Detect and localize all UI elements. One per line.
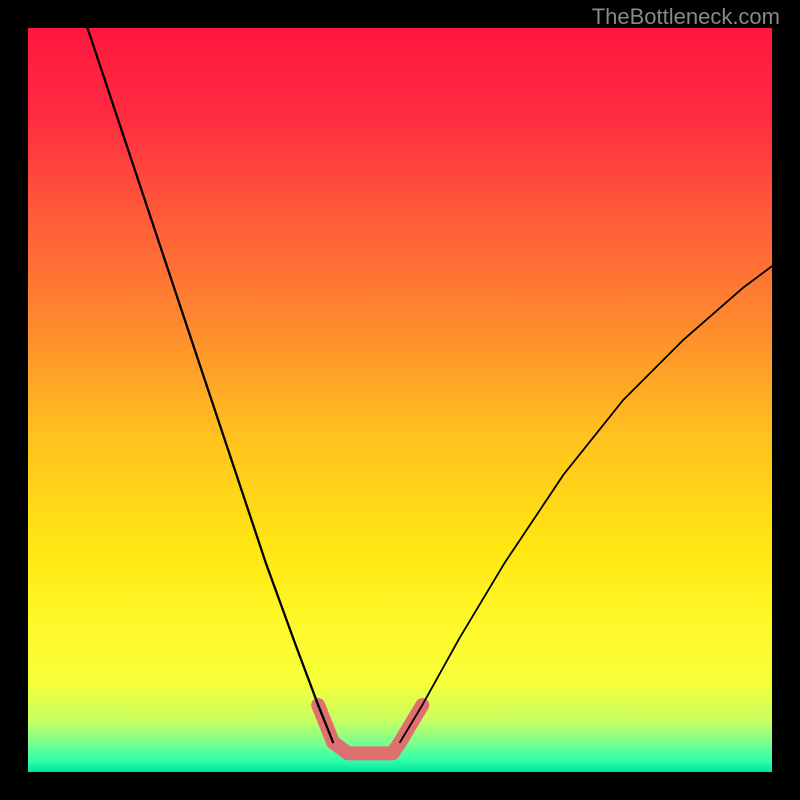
- chart-container: TheBottleneck.com: [0, 0, 800, 800]
- series-valley-highlight: [318, 705, 422, 753]
- watermark-text: TheBottleneck.com: [592, 4, 780, 30]
- curves-layer: [28, 28, 772, 772]
- series-left-branch: [88, 28, 334, 742]
- plot-area: [28, 28, 772, 772]
- series-right-branch: [400, 266, 772, 742]
